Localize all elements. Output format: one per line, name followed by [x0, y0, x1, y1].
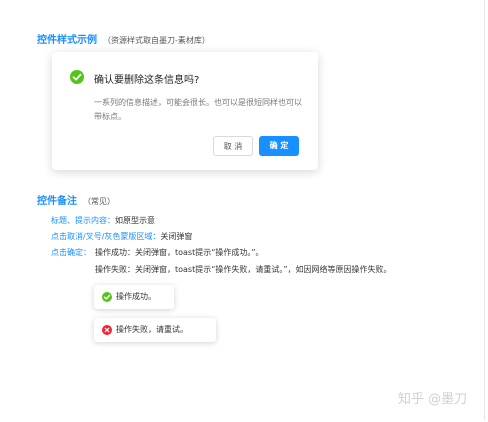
confirm-dialog: 确认要删除这条信息吗? 一系列的信息描述，可能会很长。也可以是很短同样也可以带标…: [52, 52, 318, 170]
success-toast: 操作成功。: [94, 285, 174, 309]
section-title-notes: 控件备注 （常见）: [37, 196, 115, 207]
dialog-description: 一系列的信息描述，可能会很长。也可以是很短同样也可以带标点。: [94, 98, 302, 121]
error-cross-icon: [102, 325, 112, 335]
success-check-icon: [102, 292, 112, 302]
error-toast: 操作失败，请重试。: [94, 318, 216, 342]
note-confirm-failure: 操作失败：关闭弹窗，toast提示“操作失败，请重试。”，如因网络等原因操作失败…: [95, 265, 392, 274]
dialog-title: 确认要删除这条信息吗?: [94, 75, 200, 86]
section-subtitle: （常见）: [83, 197, 115, 206]
section-title-examples: 控件样式示例 （资源样式取自墨刀-素材库）: [37, 35, 210, 46]
success-check-icon: [70, 70, 84, 84]
watermark: 知乎 @墨刀: [398, 392, 468, 407]
confirm-button[interactable]: 确 定: [259, 136, 299, 156]
note-title-content: 标题、提示内容：如原型示意: [51, 216, 155, 225]
note-cancel-behavior: 点击取消/叉号/灰色蒙版区域：关闭弹窗: [51, 232, 193, 241]
cancel-button[interactable]: 取 消: [213, 136, 253, 156]
section-subtitle: （资源样式取自墨刀-素材库）: [103, 36, 210, 45]
note-confirm-behavior: 点击确定： 操作成功：关闭弹窗，toast提示“操作成功。”。: [51, 248, 264, 257]
